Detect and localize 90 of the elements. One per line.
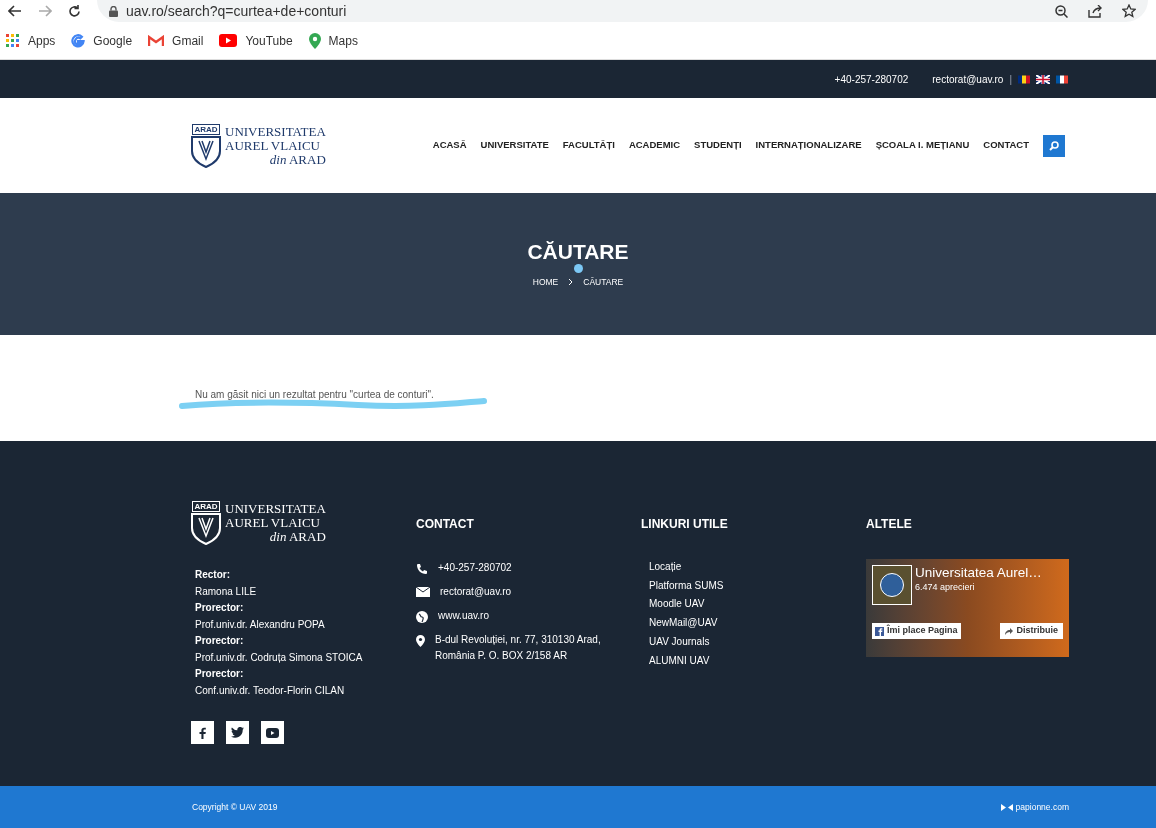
person-name: Prof.univ.dr. Alexandru POPA	[195, 617, 326, 632]
logo-text: din ARAD	[269, 530, 326, 544]
contact-text: +40-257-280702	[438, 561, 512, 575]
contact-text: rectorat@uav.ro	[440, 585, 512, 599]
separator-text: |	[1009, 72, 1012, 87]
likes-count: 6.474 aprecieri	[915, 581, 976, 594]
nav-link[interactable]: FACULTĂȚI	[562, 138, 615, 153]
reload-icon[interactable]	[68, 4, 81, 18]
share-arrow-icon	[1005, 627, 1014, 635]
nav-link[interactable]: ACADEMIC	[628, 138, 681, 153]
share-icon[interactable]	[1088, 4, 1102, 18]
nav-link[interactable]: CONTACT	[983, 138, 1029, 153]
map-pin-icon	[308, 32, 321, 49]
person-name: Prof.univ.dr. Codruța Simona STOICA	[195, 650, 364, 665]
logo-text: UNIVERSITATEA	[225, 502, 326, 516]
envelope-icon	[416, 587, 430, 597]
search-icon	[1049, 140, 1059, 151]
twitter-button[interactable]	[226, 721, 249, 744]
role-label: Rector:	[195, 568, 231, 582]
page-title: CĂUTARE	[527, 241, 629, 262]
logo-badge-text: ARAD	[192, 501, 220, 512]
phone-icon	[416, 563, 428, 575]
bowtie-icon	[1000, 804, 1013, 811]
footer-link[interactable]: ALUMNI UAV	[649, 651, 866, 671]
person-name: Conf.univ.dr. Teodor-Florin CILAN	[195, 683, 346, 698]
bookmark-link[interactable]: Maps	[308, 31, 358, 50]
role-label: Prorector:	[195, 634, 245, 648]
copyright-text: Copyright © UAV 2019	[192, 801, 278, 814]
shield-emblem-icon	[191, 513, 221, 545]
column-heading: LINKURI UTILE	[641, 517, 728, 531]
envelope-m-icon	[148, 34, 165, 47]
contact-text: www.uav.ro	[438, 609, 489, 623]
back-arrow-icon[interactable]	[8, 5, 22, 17]
facebook-f-icon	[875, 626, 884, 636]
star-icon[interactable]	[1122, 4, 1136, 18]
role-label: Prorector:	[195, 667, 245, 681]
apps-grid-icon	[6, 33, 20, 48]
footer-link[interactable]: Moodle UAV	[649, 595, 866, 615]
flag-icon[interactable]	[1018, 74, 1030, 84]
bookmark-link[interactable]: Gmail	[148, 31, 204, 50]
search-button[interactable]	[1043, 134, 1065, 157]
facebook-f-icon	[199, 726, 206, 739]
bird-icon	[231, 727, 244, 738]
zoom-icon[interactable]	[1055, 4, 1068, 18]
person-name: Ramona LILE	[195, 584, 258, 599]
footer-link[interactable]: Locație	[649, 558, 866, 577]
column-heading: CONTACT	[416, 517, 474, 531]
url-text: uav.ro/search?q=curtea+de+conturi	[126, 1, 347, 21]
play-icon	[219, 34, 238, 47]
nav-link[interactable]: ȘCOALA I. MEȚIANU	[875, 138, 970, 153]
page-name[interactable]: Universitatea Aurel…	[915, 565, 1042, 581]
flag-icon[interactable]	[1056, 74, 1068, 84]
breadcrumb-item: CĂUTARE	[583, 276, 624, 289]
map-pin-icon	[416, 635, 425, 647]
play-icon	[266, 727, 279, 738]
globe-icon	[416, 611, 428, 623]
facebook-button[interactable]	[191, 721, 214, 744]
nav-link[interactable]: INTERNAȚIONALIZARE	[755, 138, 862, 153]
footer-link[interactable]: Platforma SUMS	[649, 576, 866, 596]
footer-link[interactable]: NewMail@UAV	[649, 614, 866, 633]
bookmark-link[interactable]: YouTube	[219, 31, 293, 50]
page-avatar	[872, 565, 912, 605]
nav-link[interactable]: ACASĂ	[432, 138, 467, 153]
logo-text: AUREL VLAICU	[225, 516, 321, 530]
credit-link[interactable]: papionne.com	[1000, 801, 1069, 814]
shield-emblem-icon	[191, 135, 221, 168]
nav-link[interactable]: STUDENȚI	[694, 138, 742, 153]
youtube-button[interactable]	[261, 721, 284, 744]
logo-text: din ARAD	[269, 152, 326, 167]
lock-icon	[109, 5, 118, 17]
footer-link[interactable]: UAV Journals	[649, 632, 866, 652]
chevron-icon	[568, 278, 574, 287]
bookmark-link[interactable]: Google	[71, 31, 133, 50]
email-text: rectorat@uav.ro	[932, 72, 1004, 87]
breadcrumb-item[interactable]: HOME	[532, 276, 559, 289]
like-page-button[interactable]: Îmi place Pagina	[872, 623, 961, 639]
phone-text: +40-257-280702	[834, 72, 909, 87]
role-label: Prorector:	[195, 601, 245, 615]
g-logo-icon	[71, 33, 86, 48]
address-bar[interactable]: uav.ro/search?q=curtea+de+conturi	[97, 0, 1148, 22]
bookmark-link[interactable]: Apps	[6, 31, 56, 50]
share-button[interactable]: Distribuie	[1000, 623, 1063, 639]
logo-badge-text: ARAD	[192, 123, 220, 135]
flag-icon[interactable]	[1036, 74, 1050, 84]
contact-text: B-dul Revoluției, nr. 77, 310130 Arad, România P. O. BOX 2/158 AR	[435, 633, 602, 663]
column-heading: ALTELE	[866, 517, 912, 531]
logo-text: UNIVERSITATEA	[225, 124, 326, 139]
nav-link[interactable]: UNIVERSITATE	[480, 138, 549, 153]
logo-text: AUREL VLAICU	[225, 138, 321, 153]
no-results-message: Nu am găsit nici un rezultat pentru "curtea de conturi".	[195, 389, 434, 400]
